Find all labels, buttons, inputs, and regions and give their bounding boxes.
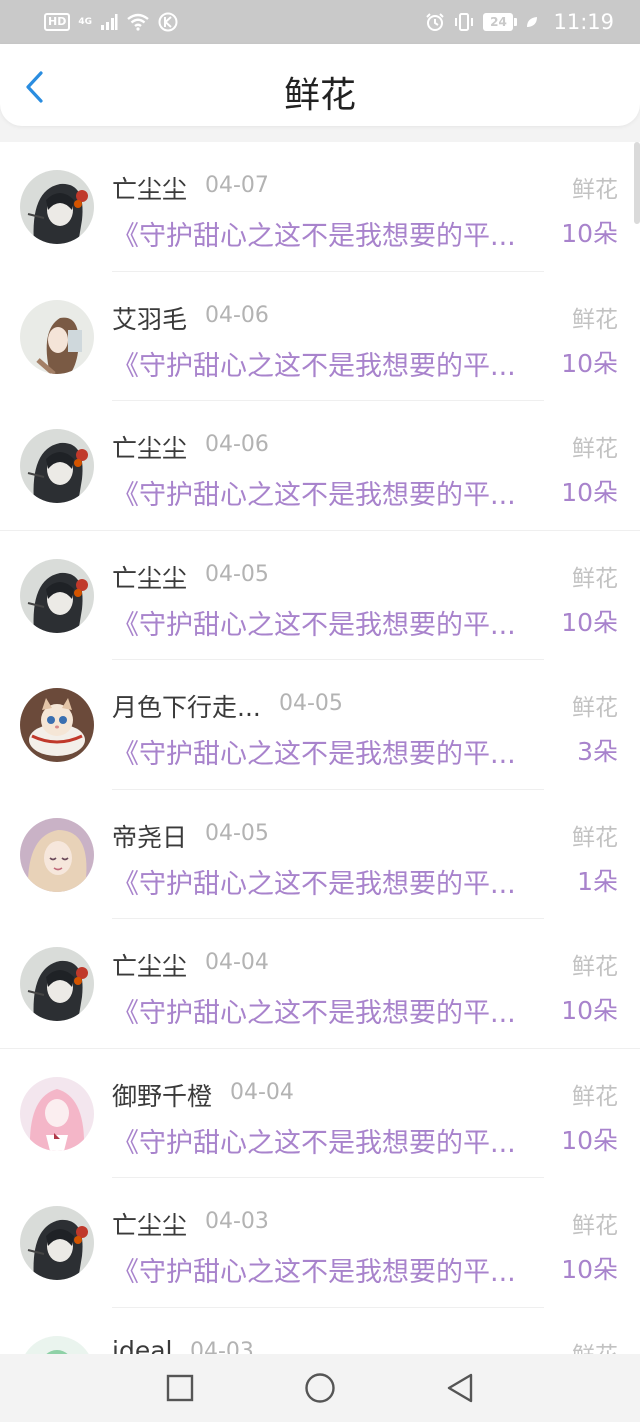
gift-date: 04-03 [205,1209,269,1234]
avatar[interactable] [20,1206,94,1280]
gift-type: 鲜花 [572,824,618,851]
gift-type: 鲜花 [572,695,618,721]
gift-type: 鲜花 [572,177,618,203]
user-name[interactable]: 亡尘尘 [112,170,187,206]
book-title-link[interactable]: 《守护甜心之这不是我想要的平... [112,603,544,642]
user-name[interactable]: 亡尘尘 [112,559,187,595]
avatar[interactable] [20,817,94,892]
recents-button[interactable] [159,1367,201,1409]
app-header: 鲜花 [0,44,640,126]
network-type: 4G [78,17,92,27]
avatar[interactable] [20,429,94,503]
book-title-link[interactable]: 《守护甜心之这不是我想要的平... [112,732,544,771]
gift-type: 鲜花 [572,306,618,333]
flower-count: 10朵 [561,348,618,378]
status-bar: HD 4G 24 11:19 [0,0,640,44]
battery-icon: 24 [483,13,518,31]
vibrate-icon [455,13,474,31]
avatar[interactable] [20,170,94,244]
gift-type: 鲜花 [572,1213,618,1239]
flower-count: 10朵 [561,996,618,1025]
list-item[interactable]: 亡尘尘 04-03 鲜花《守护甜心之这不是我想要的平... 10朵 [0,1178,640,1308]
flower-count: 10朵 [561,478,618,507]
list-item[interactable]: 亡尘尘 04-05 鲜花《守护甜心之这不是我想要的平... 10朵 [0,531,640,660]
book-title-link[interactable]: 《守护甜心之这不是我想要的平... [112,214,544,253]
book-title-link[interactable]: 《守护甜心之这不是我想要的平... [112,344,544,383]
gift-date: 04-05 [205,561,269,587]
avatar[interactable] [20,1335,94,1354]
list-item[interactable]: 帝尧日 04-05 鲜花《守护甜心之这不是我想要的平... 1朵 [0,790,640,919]
battery-level: 24 [483,13,514,31]
status-bar-left: HD 4G [44,12,178,32]
list-item[interactable]: 月色下行走... 04-05 鲜花《守护甜心之这不是我想要的平... 3朵 [0,660,640,790]
gift-date: 04-04 [230,1079,294,1105]
square-recents-icon [166,1374,194,1402]
back-nav-button[interactable] [439,1367,481,1409]
book-title-link[interactable]: 《守护甜心之这不是我想要的平... [112,1121,544,1160]
list-item[interactable]: 亡尘尘 04-06 鲜花《守护甜心之这不是我想要的平... 10朵 [0,401,640,531]
gift-type: 鲜花 [572,1083,618,1110]
k-icon [158,12,178,32]
circle-home-icon [305,1373,335,1403]
system-nav-bar [0,1354,640,1422]
user-name[interactable]: 御野千橙 [112,1077,212,1113]
user-name[interactable]: 月色下行走... [112,688,261,724]
triangle-back-icon [447,1373,473,1403]
gift-date: 04-06 [205,432,269,457]
list-item[interactable]: ideal 04-03 鲜花 [0,1308,640,1355]
scrollbar[interactable] [634,142,640,224]
flower-count: 10朵 [561,1255,618,1284]
avatar[interactable] [20,688,94,762]
user-name[interactable]: 艾羽毛 [112,300,187,336]
gift-type: 鲜花 [572,1336,618,1355]
gift-date: 04-07 [205,173,269,198]
hd-icon: HD [44,13,71,31]
gift-date: 04-03 [190,1338,254,1355]
gift-date: 04-05 [205,820,269,846]
user-name[interactable]: 亡尘尘 [112,1206,187,1242]
avatar[interactable] [20,299,94,374]
flower-count: 10朵 [561,219,618,248]
gift-date: 04-04 [205,950,269,975]
page-title: 鲜花 [283,75,356,116]
book-title-link[interactable]: 《守护甜心之这不是我想要的平... [112,991,544,1030]
list-item[interactable]: 御野千橙 04-04 鲜花《守护甜心之这不是我想要的平... 10朵 [0,1049,640,1178]
flower-count: 3朵 [577,737,618,766]
signal-icon [101,14,118,30]
avatar[interactable] [20,1076,94,1151]
gift-date: 04-06 [205,302,269,328]
book-title-link[interactable]: 《守护甜心之这不是我想要的平... [112,862,544,901]
user-name[interactable]: 亡尘尘 [112,947,187,983]
gift-date: 04-05 [279,691,343,716]
avatar[interactable] [20,947,94,1021]
list-item[interactable]: 亡尘尘 04-07 鲜花《守护甜心之这不是我想要的平... 10朵 [0,142,640,272]
book-title-link[interactable]: 《守护甜心之这不是我想要的平... [112,1250,544,1289]
flower-count: 10朵 [561,1125,618,1155]
user-name[interactable]: 亡尘尘 [112,429,187,465]
flower-gift-list[interactable]: 亡尘尘 04-07 鲜花 《守护甜心之这不是我想要的平... 10朵 艾羽毛 04-06 鲜花… [0,142,640,1354]
user-name[interactable]: ideal [112,1336,172,1355]
list-item[interactable]: 亡尘尘 04-04 鲜花《守护甜心之这不是我想要的平... 10朵 [0,919,640,1049]
gift-type: 鲜花 [572,565,618,592]
avatar[interactable] [20,558,94,633]
clock-time: 11:19 [553,10,614,34]
alarm-icon [426,13,445,31]
status-bar-right: 24 11:19 [425,10,614,34]
user-name[interactable]: 帝尧日 [112,818,187,854]
list-item[interactable]: 艾羽毛 04-06 鲜花《守护甜心之这不是我想要的平... 10朵 [0,272,640,401]
home-button[interactable] [299,1367,341,1409]
book-title-link[interactable]: 《守护甜心之这不是我想要的平... [112,473,544,512]
leaf-icon [527,17,538,27]
wifi-icon [127,13,149,31]
gift-type: 鲜花 [572,954,618,980]
flower-count: 1朵 [577,866,618,896]
flower-count: 10朵 [561,607,618,637]
gift-type: 鲜花 [572,436,618,462]
